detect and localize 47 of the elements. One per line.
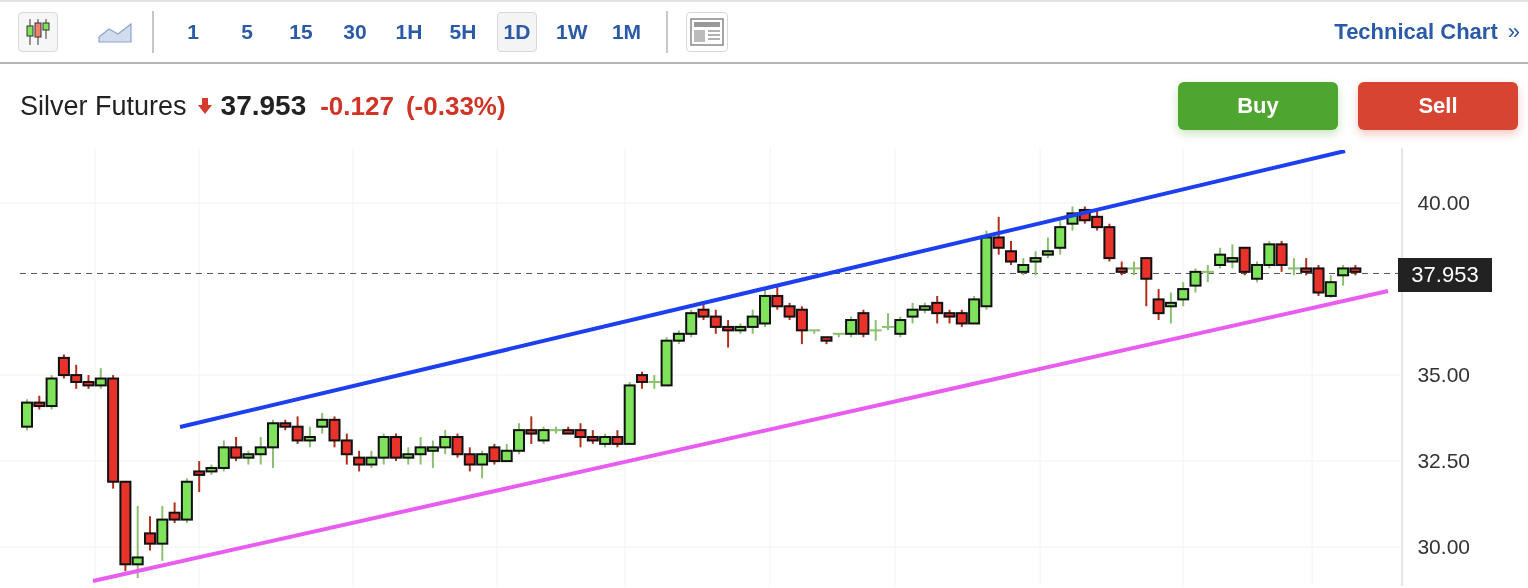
- candle: [353, 449, 366, 473]
- candle: [1251, 260, 1263, 284]
- candle: [1029, 250, 1042, 277]
- price-change-percent: (-0.33%): [405, 90, 506, 122]
- y-axis-label: 35.00: [1417, 363, 1470, 387]
- y-axis-label: 30.00: [1417, 535, 1470, 559]
- y-axis-label: 40.00: [1417, 191, 1470, 215]
- candle: [1164, 291, 1177, 325]
- candle: [463, 446, 476, 473]
- candle: [1078, 205, 1091, 225]
- sell-button[interactable]: Sell: [1358, 82, 1518, 130]
- candle: [1226, 243, 1239, 270]
- candle: [1177, 281, 1190, 308]
- double-chevron-icon: »: [1507, 19, 1520, 45]
- price-tag: 37.953: [1398, 258, 1492, 293]
- candle: [476, 449, 489, 480]
- candle: [1214, 246, 1227, 270]
- price-change: -0.127: [320, 90, 394, 122]
- area-chart-icon: [98, 21, 132, 43]
- y-axis-label: 32.50: [1417, 449, 1470, 473]
- layout-button[interactable]: [685, 12, 728, 52]
- candle: [1200, 264, 1215, 284]
- interval-tab[interactable]: 1D: [497, 12, 537, 52]
- candle: [1066, 205, 1079, 232]
- candle: [328, 415, 341, 449]
- layout-icon: [689, 18, 724, 46]
- candle: [316, 411, 329, 435]
- candle: [1238, 246, 1251, 277]
- technical-chart-link[interactable]: Technical Chart: [1334, 19, 1498, 45]
- candle: [709, 308, 722, 335]
- candle: [1324, 274, 1337, 299]
- instrument-name: Silver Futures: [20, 90, 187, 122]
- candle: [868, 319, 883, 342]
- candle: [57, 353, 70, 380]
- candle: [1189, 267, 1202, 294]
- candle: [1017, 257, 1030, 277]
- chart-type-button[interactable]: [18, 12, 58, 52]
- candle: [881, 312, 895, 332]
- candlestick-icon: [25, 17, 51, 47]
- candle: [451, 432, 464, 459]
- last-price: 37.953: [220, 90, 307, 122]
- candle: [1263, 239, 1276, 270]
- candle: [426, 439, 439, 469]
- candle: [303, 425, 316, 449]
- candle: [439, 429, 452, 456]
- candle: [488, 442, 501, 466]
- candle: [340, 432, 353, 466]
